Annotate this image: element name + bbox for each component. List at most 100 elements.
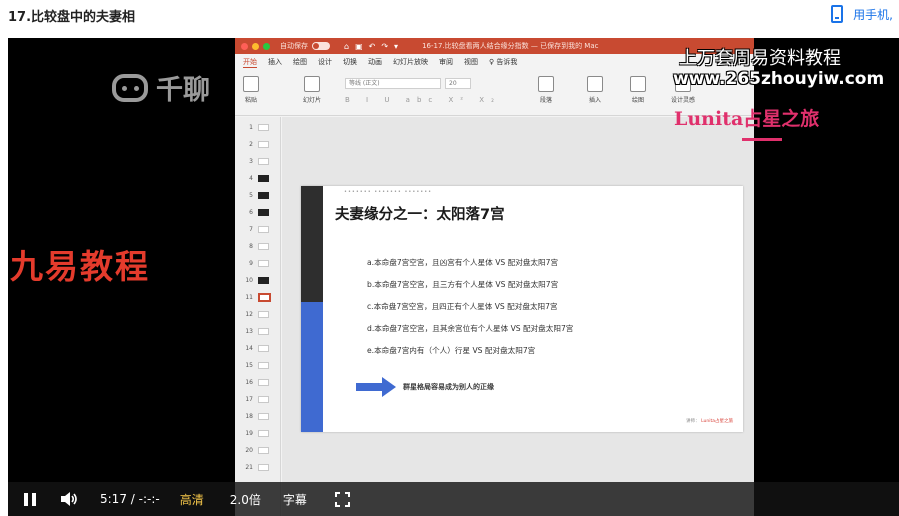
close-dot-icon <box>241 42 248 50</box>
drawing-icon <box>630 76 646 92</box>
pause-button[interactable] <box>24 491 40 507</box>
thumbnail-3: 3 <box>235 153 281 170</box>
drawing-group: 绘图 <box>630 76 646 104</box>
minimize-dot-icon <box>252 42 259 50</box>
thumbnail-15: 15 <box>235 357 281 374</box>
thumbnail-12: 12 <box>235 306 281 323</box>
ppt-titlebar: 自动保存 ⌂▣↶↷▾ 16-17.比较盘看两人结合缘分指数 — 已保存到我的 M… <box>235 38 754 54</box>
thumbnail-20: 20 <box>235 442 281 459</box>
tab-draw: 绘图 <box>293 58 307 66</box>
watch-on-phone-label: 用手机, <box>853 7 893 22</box>
pause-bar-right <box>32 492 36 506</box>
volume-icon[interactable] <box>60 491 78 507</box>
zoom-dot-icon <box>263 42 270 50</box>
quality-button[interactable]: 高清 <box>180 491 204 508</box>
thumbnail-9: 9 <box>235 255 281 272</box>
thumbnail-14: 14 <box>235 340 281 357</box>
thumbnail-21: 21 <box>235 459 281 476</box>
playback-speed-button[interactable]: 2.0倍 <box>230 491 261 508</box>
tab-slideshow: 幻灯片放映 <box>393 58 428 66</box>
insert-label: 插入 <box>588 97 601 104</box>
right-watermark-line1: 上万套周易资料教程 <box>679 48 841 69</box>
thumbnail-17: 17 <box>235 391 281 408</box>
new-slide-label: 幻灯片 <box>303 97 322 104</box>
player-control-bar: 5:17 / -:-:- 高清 2.0倍 字幕 <box>8 482 899 516</box>
bullet-item: b.本命盘7宫空宫，且三方有个人星体 VS 配对盘太阳7宫 <box>367 280 559 289</box>
thumbnail-16: 16 <box>235 374 281 391</box>
playback-time: 5:17 / -:-:- <box>100 492 160 506</box>
qianliao-logo-icon <box>112 73 148 102</box>
document-title: 16-17.比较盘看两人结合缘分指数 — 已保存到我的 Mac <box>422 42 599 50</box>
insert-group: 插入 <box>587 76 603 104</box>
thumbnail-6: 6 <box>235 204 281 221</box>
thumbnail-11: 11 <box>235 289 281 306</box>
page-header: 17.比较盘中的夫妻相 用手机, <box>0 0 899 34</box>
paragraph-label: 段落 <box>539 97 552 104</box>
paste-group: 粘贴 <box>243 76 259 104</box>
thumbnail-4: 4 <box>235 170 281 187</box>
qianliao-text: 千聊 <box>156 75 210 106</box>
paragraph-icon <box>538 76 554 92</box>
time-separator: / <box>130 492 135 506</box>
current-slide: ••••••• ••••••• ••••••• 夫妻缘分之一：太阳落7宫 a.本… <box>301 186 743 432</box>
thumbnail-13: 13 <box>235 323 281 340</box>
font-size-field: 20 <box>445 78 471 89</box>
slide-bullet-list: a.本命盘7宫空宫，且凶宫有个人星体 VS 配对盘太阳7宫 b.本命盘7宫空宫，… <box>367 257 573 367</box>
drawing-label: 绘图 <box>631 97 644 104</box>
bullet-item: a.本命盘7宫空宫，且凶宫有个人星体 VS 配对盘太阳7宫 <box>367 258 559 267</box>
fullscreen-icon[interactable] <box>334 491 350 507</box>
phone-icon <box>831 5 844 23</box>
tab-view: 视图 <box>464 58 478 66</box>
slide-thumbnail-pane: 1 2 3 4 5 6 7 8 9 10 11 12 13 14 15 16 1… <box>235 117 281 516</box>
video-player[interactable]: 千聊 九易教程 自动保存 ⌂▣↶↷▾ 16-17.比较盘看两人结合缘分指数 — … <box>8 38 899 516</box>
tab-transitions: 切换 <box>343 58 357 66</box>
slide-footer-prefix: 讲师： <box>686 419 700 424</box>
thumbnail-5: 5 <box>235 187 281 204</box>
page-title: 17.比较盘中的夫妻相 <box>8 10 136 25</box>
slide-footer-brand: Lunita占星之旅 <box>701 419 733 424</box>
tab-home: 开始 <box>243 57 257 68</box>
watch-on-phone-link[interactable]: 用手机, <box>831 5 893 23</box>
thumbnail-7: 7 <box>235 221 281 238</box>
subtitle-button[interactable]: 字幕 <box>283 491 307 508</box>
pause-bar-left <box>24 492 28 506</box>
quick-access-icons: ⌂▣↶↷▾ <box>344 41 405 51</box>
slide-tiny-header: ••••••• ••••••• ••••••• <box>344 189 433 195</box>
bullet-item: e.本命盘7宫内有（个人）行星 VS 配对盘太阳7宫 <box>367 346 536 355</box>
new-slide-icon <box>304 76 320 92</box>
tab-animations: 动画 <box>368 58 382 66</box>
autosave-toggle <box>312 42 330 50</box>
paste-icon <box>243 76 259 92</box>
slide-title: 夫妻缘分之一：太阳落7宫 <box>335 207 505 223</box>
autosave-label: 自动保存 <box>280 42 308 50</box>
bullet-item: d.本命盘7宫空宫，且其余宫位有个人星体 VS 配对盘太阳7宫 <box>367 324 574 333</box>
right-watermark-underline <box>742 138 782 141</box>
current-time: 5:17 <box>100 492 127 506</box>
right-watermark-line3: Lunita占星之旅 <box>674 108 820 130</box>
tab-tell-me: ♀ 告诉我 <box>489 58 518 66</box>
insert-textbox-icon <box>587 76 603 92</box>
thumbnail-2: 2 <box>235 136 281 153</box>
ribbon-tabs: 开始 插入 绘图 设计 切换 动画 幻灯片放映 审阅 视图 ♀ 告诉我 <box>235 54 754 70</box>
jiuyi-watermark: 九易教程 <box>10 247 150 286</box>
thumbnail-8: 8 <box>235 238 281 255</box>
thumbnail-10: 10 <box>235 272 281 289</box>
design-label: 设计灵感 <box>671 97 696 104</box>
right-watermark-line2: www.265zhouyiw.com <box>673 69 885 89</box>
qianliao-watermark: 千聊 <box>112 68 210 107</box>
slide-conclusion-text: 群星格局容易成为别人的正缘 <box>403 383 494 391</box>
total-time: -:-:- <box>138 492 160 506</box>
font-name-field: 等线 (正文) <box>345 78 441 89</box>
tab-review: 审阅 <box>439 58 453 66</box>
slide-blue-bar <box>301 302 323 432</box>
thumbnail-19: 19 <box>235 425 281 442</box>
slide-dark-bar <box>301 186 323 302</box>
bullet-item: c.本命盘7宫空宫，且四正有个人星体 VS 配对盘太阳7宫 <box>367 302 558 311</box>
window-controls <box>241 42 270 50</box>
tab-insert: 插入 <box>268 58 282 66</box>
new-slide-group: 幻灯片 <box>303 76 321 104</box>
thumbnail-1: 1 <box>235 119 281 136</box>
paragraph-group: 段落 <box>538 76 554 104</box>
paste-label: 粘贴 <box>244 97 257 104</box>
format-buttons: B I U abc X² X₂ <box>345 96 501 104</box>
